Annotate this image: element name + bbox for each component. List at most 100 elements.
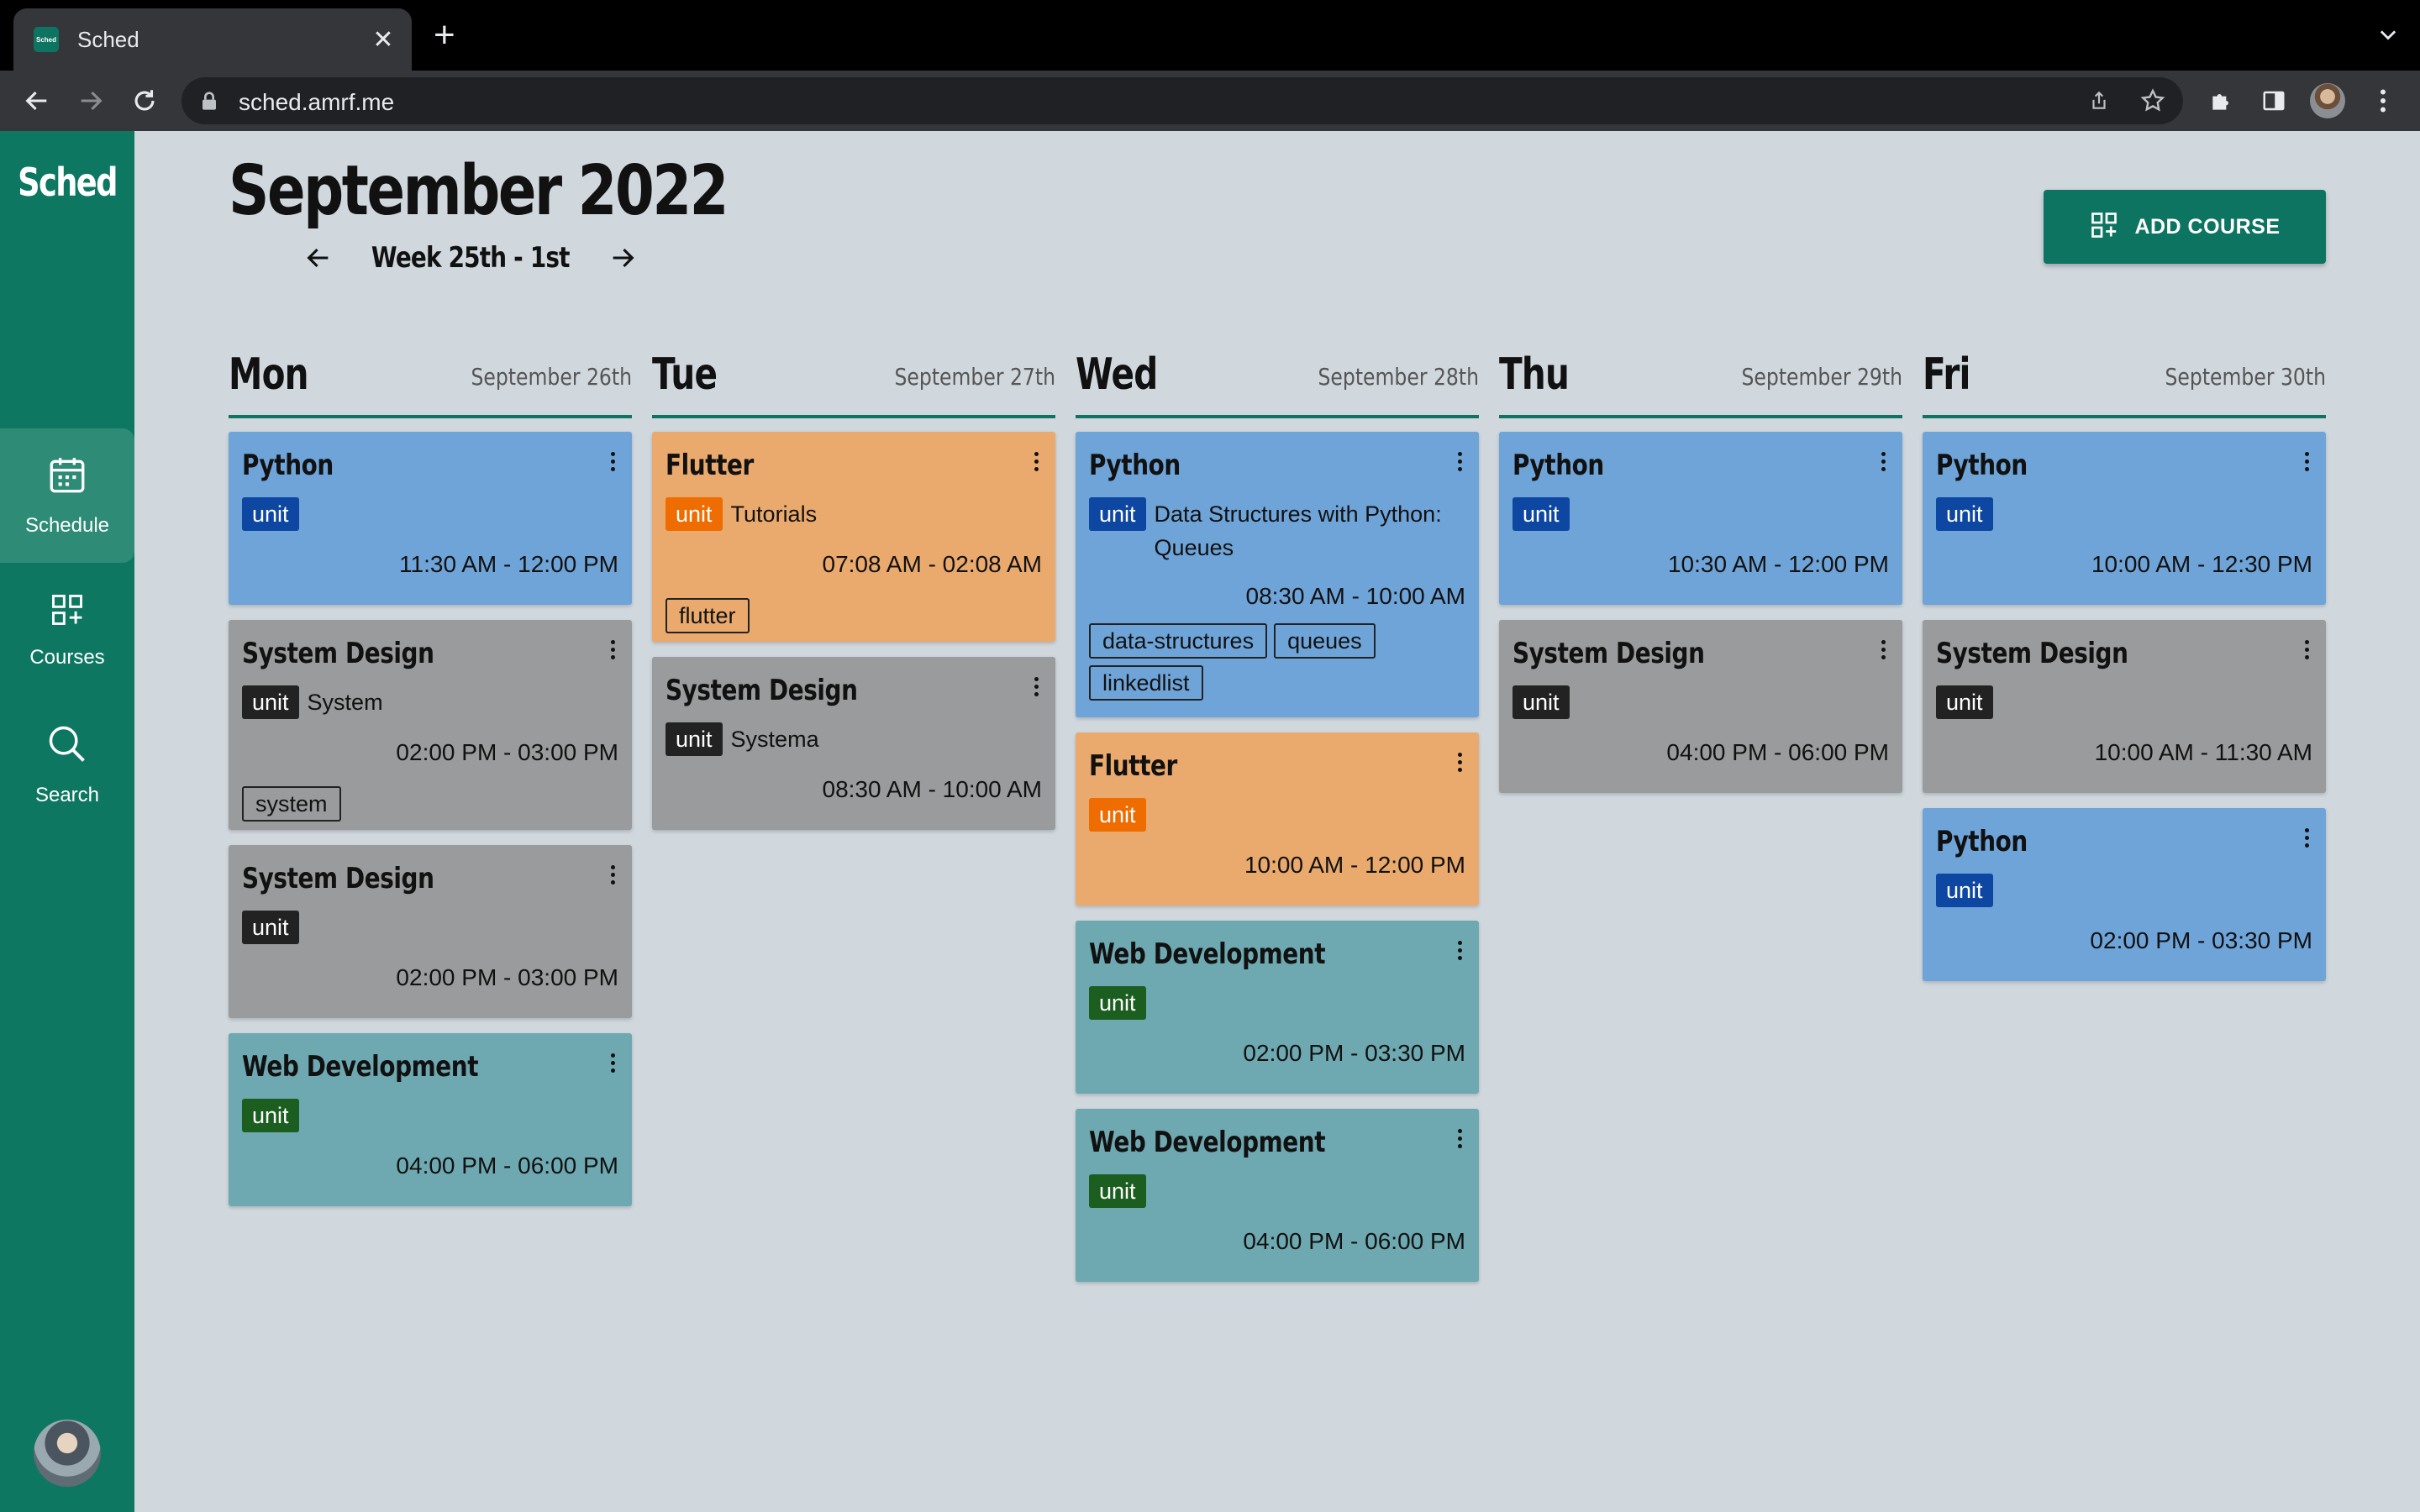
course-card[interactable]: Web Development unit 04:00 PM - 06:00 PM [1076,1109,1479,1282]
side-panel-icon[interactable] [2255,82,2292,119]
profile-avatar[interactable] [2309,82,2346,119]
new-tab-icon[interactable]: + [434,17,455,54]
course-description: Tutorials [730,501,818,527]
course-card[interactable]: System Design unit 10:00 AM - 11:30 AM [1923,620,2326,793]
unit-badge: unit [1089,986,1146,1020]
course-card[interactable]: System Design unit Systema 08:30 AM - 10:… [652,657,1055,830]
course-time: 04:00 PM - 06:00 PM [396,1152,618,1179]
day-name: Mon [229,349,309,400]
sidebar-item-courses[interactable]: Courses [0,563,134,697]
unit-badge: unit [242,911,299,944]
address-bar[interactable]: sched.amrf.me [182,77,2183,124]
course-time: 02:00 PM - 03:30 PM [1243,1040,1465,1066]
browser-tab-strip: Sched Sched ✕ + [0,0,2420,71]
sidebar-item-schedule[interactable]: Schedule [0,428,134,563]
course-card[interactable]: Web Development unit 02:00 PM - 03:30 PM [1076,921,1479,1094]
course-time: 04:00 PM - 06:00 PM [1243,1228,1465,1254]
course-tag[interactable]: system [242,786,341,822]
day-date: September 29th [1741,363,1902,391]
course-card[interactable]: System Design unit 02:00 PM - 03:00 PM [229,845,632,1018]
more-options-icon[interactable] [1879,452,1887,471]
unit-badge: unit [1512,685,1570,719]
course-time: 10:30 AM - 12:00 PM [1667,551,1889,577]
course-card[interactable]: Python unit 02:00 PM - 03:30 PM [1923,808,2326,981]
course-time: 10:00 AM - 12:00 PM [1244,852,1465,878]
course-card[interactable]: System Design unit 04:00 PM - 06:00 PM [1499,620,1902,793]
more-options-icon[interactable] [1455,941,1464,960]
course-card[interactable]: Python unit 11:30 AM - 12:00 PM [229,432,632,605]
share-icon[interactable] [2084,86,2114,116]
sidebar: Sched Schedule Courses Search [0,131,134,1512]
browser-toolbar: sched.amrf.me [0,71,2420,131]
more-options-icon[interactable] [1879,640,1887,659]
favicon-icon: Sched [34,27,59,52]
more-options-icon[interactable] [1455,452,1464,471]
course-card[interactable]: Python unit 10:00 AM - 12:30 PM [1923,432,2326,605]
sidebar-item-search[interactable]: Search [0,697,134,832]
course-tag[interactable]: flutter [666,598,750,633]
next-week-arrow-icon[interactable] [603,239,642,277]
course-tag[interactable]: queues [1274,623,1376,659]
day-date: September 27th [894,363,1055,391]
course-description-line: Data Structures with Python: [1154,501,1442,527]
back-arrow-icon[interactable] [17,81,57,121]
more-options-icon[interactable] [608,1053,617,1073]
user-avatar[interactable] [34,1420,101,1487]
sidebar-item-label: Schedule [24,513,110,537]
more-options-icon[interactable] [2302,640,2311,659]
unit-badge: unit [666,722,723,756]
course-title: System Design [242,862,434,895]
course-card[interactable]: Python unit 10:30 AM - 12:00 PM [1499,432,1902,605]
unit-badge: unit [1936,874,1993,907]
calendar-icon [46,454,88,501]
more-options-icon[interactable] [1032,677,1040,696]
forward-arrow-icon[interactable] [71,81,111,121]
bookmark-star-icon[interactable] [2138,86,2168,116]
page-title: September 2022 [229,151,729,231]
week-navigation: Week 25th - 1st [299,239,642,277]
more-options-icon[interactable] [2302,452,2311,471]
more-options-icon[interactable] [1455,1129,1464,1148]
previous-week-arrow-icon[interactable] [299,239,338,277]
course-card[interactable]: Flutter unit Tutorials 07:08 AM - 02:08 A… [652,432,1055,642]
tab-search-chevron-icon[interactable] [2376,24,2400,51]
course-title: Python [1936,449,2028,482]
course-tag[interactable]: linkedlist [1089,665,1203,701]
course-card[interactable]: System Design unit System 02:00 PM - 03:0… [229,620,632,830]
course-card[interactable]: Web Development unit 04:00 PM - 06:00 PM [229,1033,632,1206]
course-title: Python [1512,449,1604,482]
unit-badge: unit [1936,497,1993,531]
course-title: Python [242,449,334,482]
more-options-icon[interactable] [1455,753,1464,772]
add-course-label: ADD COURSE [2134,214,2281,239]
unit-badge: unit [1089,798,1146,832]
sidebar-item-label: Courses [29,645,105,669]
more-options-icon[interactable] [608,640,617,659]
course-time: 10:00 AM - 12:30 PM [2091,551,2312,577]
browser-menu-icon[interactable] [2365,82,2402,119]
course-card[interactable]: Python unit Data Structures with Python:… [1076,432,1479,717]
add-course-button[interactable]: ADD COURSE [2044,190,2326,264]
course-tag[interactable]: data-structures [1089,623,1268,659]
course-card[interactable]: Flutter unit 10:00 AM - 12:00 PM [1076,732,1479,906]
course-title: Web Development [242,1050,479,1084]
unit-badge: unit [1089,1174,1146,1208]
course-time: 11:30 AM - 12:00 PM [399,551,618,577]
extensions-puzzle-icon[interactable] [2203,82,2240,119]
more-options-icon[interactable] [608,865,617,885]
course-description: Systema [730,727,819,752]
lock-icon[interactable] [200,91,218,115]
day-name: Wed [1076,349,1158,400]
course-time: 07:08 AM - 02:08 AM [822,551,1043,577]
app-logo[interactable]: Sched [13,160,121,205]
more-options-icon[interactable] [1032,452,1040,471]
course-time: 02:00 PM - 03:00 PM [396,739,618,765]
reload-icon[interactable] [124,81,165,121]
browser-tab[interactable]: Sched Sched ✕ [13,8,412,71]
tab-close-icon[interactable]: ✕ [366,25,400,55]
more-options-icon[interactable] [2302,828,2311,848]
day-header: Mon September 26th [229,344,632,418]
more-options-icon[interactable] [608,452,617,471]
day-column-wed: Wed September 28th Python unit Data Stru… [1076,344,1479,1282]
course-time: 02:00 PM - 03:30 PM [2090,927,2312,953]
